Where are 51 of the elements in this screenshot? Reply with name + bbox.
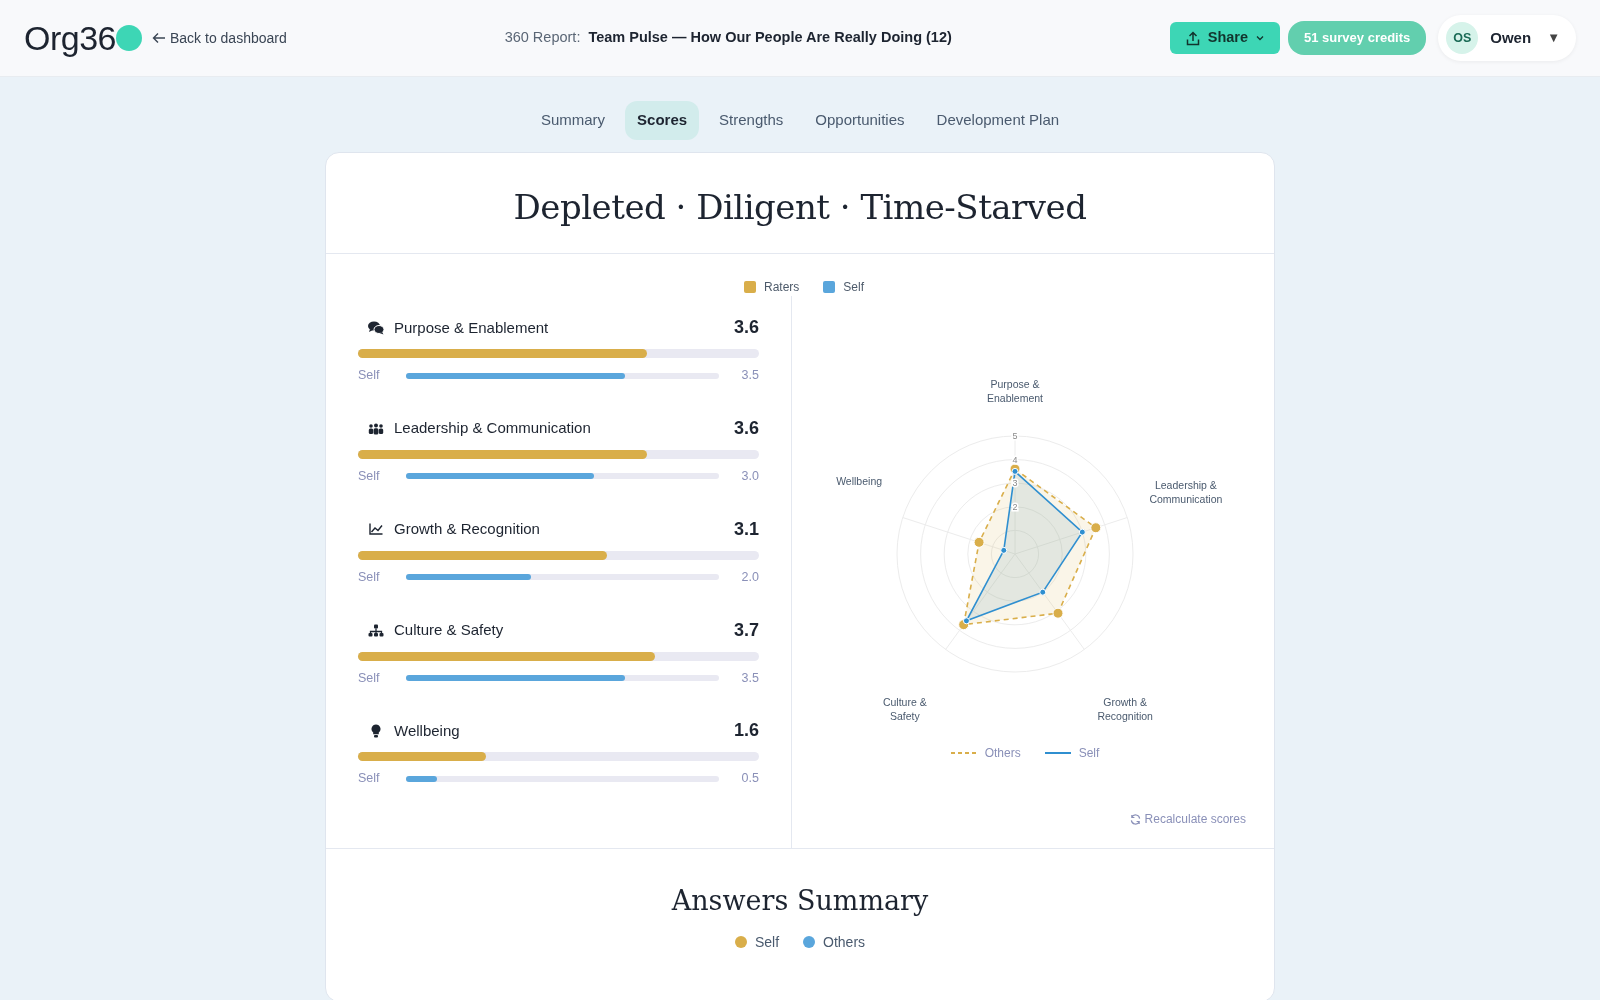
legend-label: Self xyxy=(754,932,780,952)
user-menu[interactable]: OS Owen ▼ xyxy=(1438,15,1576,61)
legend-label: Self xyxy=(843,279,864,297)
score-value: 3.6 xyxy=(733,316,759,340)
report-title: Team Pulse — How Our People Are Really Doing (12) xyxy=(588,28,952,48)
share-button[interactable]: Share xyxy=(1169,22,1281,54)
avatar: OS xyxy=(1446,22,1479,54)
category-name: Culture & Safety xyxy=(394,619,505,640)
category-name: Purpose & Enablement xyxy=(394,317,550,338)
caret-icon: ▼ xyxy=(1547,28,1560,48)
report-label: 360 Report: xyxy=(504,28,581,48)
tab[interactable]: Opportunities xyxy=(803,101,917,140)
back-link[interactable]: Back to dashboard xyxy=(152,27,287,49)
axis-label: Growth & Recognition xyxy=(1097,696,1153,723)
score-value: 1.6 xyxy=(733,719,759,743)
axis-label: Leadership & Communication xyxy=(1149,478,1223,505)
axis-label: Wellbeing xyxy=(836,474,883,487)
tab[interactable]: Summary xyxy=(528,101,618,140)
axis-label: Culture & Safety xyxy=(882,696,927,723)
tab[interactable]: Scores xyxy=(625,101,700,140)
self-score: 3.5 xyxy=(740,669,759,687)
user-name: Owen xyxy=(1490,27,1532,48)
self-label: Self xyxy=(358,770,381,788)
section-title: Answers Summary xyxy=(670,884,930,919)
self-score: 0.5 xyxy=(740,770,759,788)
category-name: Wellbeing xyxy=(394,720,461,741)
tab[interactable]: Strengths xyxy=(707,101,796,140)
self-label: Self xyxy=(358,669,381,687)
legend-label: Others xyxy=(823,932,866,952)
self-label: Self xyxy=(358,367,381,385)
legend-label: Raters xyxy=(764,279,800,297)
score-value: 3.1 xyxy=(733,517,759,541)
self-score: 3.0 xyxy=(740,468,759,486)
self-score: 3.5 xyxy=(740,367,759,385)
self-label: Self xyxy=(358,568,381,586)
tick-label: 5 xyxy=(1012,431,1018,442)
legend-label: Self xyxy=(1078,745,1100,763)
tab[interactable]: Development Plan xyxy=(924,101,1072,140)
self-label: Self xyxy=(358,468,381,486)
category-name: Leadership & Communication xyxy=(394,418,592,439)
logo-text: Org36 xyxy=(24,17,116,59)
score-value: 3.6 xyxy=(733,417,759,441)
axis-label: Purpose & Enablement xyxy=(987,378,1043,405)
self-score: 2.0 xyxy=(740,568,759,586)
tick-label: 2 xyxy=(1012,502,1018,513)
tick-label: 4 xyxy=(1012,454,1018,465)
score-value: 3.7 xyxy=(733,618,759,642)
legend-label: Others xyxy=(984,745,1021,763)
tick-label: 3 xyxy=(1012,478,1018,489)
headline: Depleted · Diligent · Time-Starved xyxy=(512,185,1088,229)
category-name: Growth & Recognition xyxy=(394,519,541,540)
